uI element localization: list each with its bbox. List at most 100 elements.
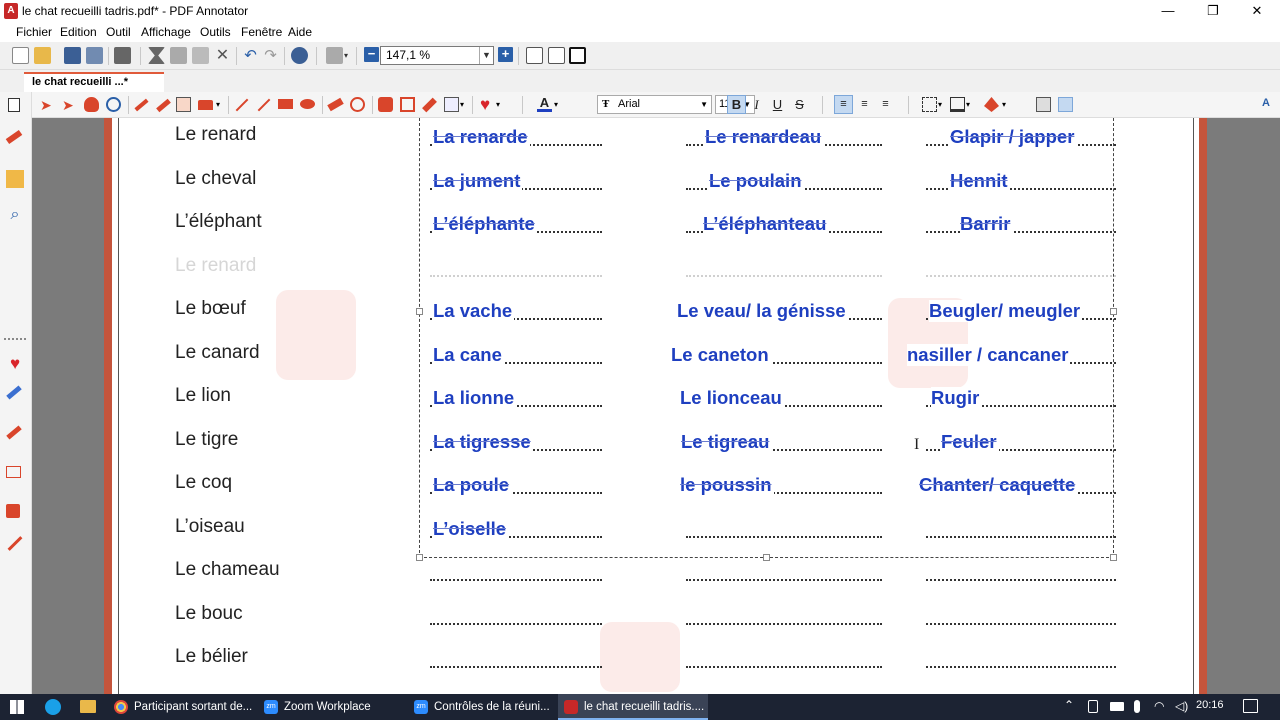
restore-button[interactable]: ❐	[1190, 0, 1236, 22]
open-folder-icon[interactable]	[34, 47, 51, 64]
find-binoculars-icon[interactable]	[291, 47, 308, 64]
line-width-icon[interactable]	[950, 97, 965, 112]
camera-icon[interactable]	[378, 97, 393, 112]
close-button[interactable]: ✕	[1234, 0, 1280, 22]
new-document-icon[interactable]	[12, 47, 29, 64]
menu-edition[interactable]: Edition	[60, 25, 97, 39]
text-direction-icon[interactable]: A	[1262, 97, 1277, 112]
rectangle-tool-icon[interactable]	[278, 99, 293, 109]
volume-icon[interactable]: ◁)	[1175, 699, 1188, 713]
text-color-icon[interactable]: A	[537, 96, 552, 112]
redo-icon[interactable]: ↷	[262, 47, 279, 64]
highlighter-blue-icon[interactable]	[6, 385, 22, 400]
pen-tool-icon[interactable]	[134, 98, 149, 112]
text-tool-icon[interactable]	[176, 97, 191, 112]
ruler-icon[interactable]	[422, 97, 437, 113]
battery-icon[interactable]	[1110, 702, 1124, 711]
save-all-icon[interactable]	[86, 47, 103, 64]
border-style-icon[interactable]	[922, 97, 937, 112]
notification-center-icon[interactable]	[1243, 699, 1258, 713]
text-select-icon[interactable]: ➤	[62, 97, 77, 113]
copy-icon[interactable]	[170, 47, 187, 64]
align-center-button[interactable]: ≡	[855, 95, 874, 114]
chevron-down-icon[interactable]: ▼	[479, 47, 493, 64]
favorite-heart-icon[interactable]: ♥	[6, 354, 24, 373]
menu-outils[interactable]: Outils	[200, 25, 231, 39]
chevron-down-icon[interactable]: ▾	[1002, 97, 1017, 112]
microphone-icon[interactable]	[1134, 700, 1140, 713]
print-icon[interactable]	[114, 47, 131, 64]
strikethrough-button[interactable]: S	[790, 95, 809, 114]
menu-fenetre[interactable]: Fenêtre	[241, 25, 282, 39]
resize-handle[interactable]	[1110, 554, 1117, 561]
align-right-button[interactable]: ≡	[876, 95, 895, 114]
edge-browser-icon[interactable]	[45, 699, 61, 715]
taskbar-item-zoom-controls[interactable]: zm Contrôles de la réuni...	[408, 694, 556, 720]
hand-pan-icon[interactable]	[84, 97, 99, 112]
line-tool-icon[interactable]	[235, 98, 249, 112]
marker-tool-icon[interactable]	[156, 98, 171, 113]
menu-outil[interactable]: Outil	[106, 25, 131, 39]
fit-page-icon[interactable]	[526, 47, 543, 64]
file-explorer-icon[interactable]	[80, 700, 96, 713]
taskbar-clock[interactable]: 20:16	[1196, 699, 1224, 711]
zoom-out-button[interactable]: −	[364, 47, 379, 62]
page-thumbnails-icon[interactable]	[8, 98, 20, 112]
ellipse-tool-icon[interactable]	[300, 99, 315, 109]
pen-icon[interactable]	[5, 129, 23, 145]
menu-affichage[interactable]: Affichage	[141, 25, 191, 39]
zoom-level-field[interactable]: 147,1 % ▼	[380, 46, 494, 65]
fill-color-icon[interactable]	[984, 97, 999, 112]
resize-handle[interactable]	[416, 554, 423, 561]
zoom-in-button[interactable]: +	[498, 47, 513, 62]
eraser-icon[interactable]	[327, 97, 344, 112]
pdf-annotator-app-icon[interactable]: A	[4, 3, 18, 19]
windows-start-icon[interactable]	[10, 700, 24, 714]
favorites-heart-icon[interactable]: ♥	[480, 96, 495, 113]
taskbar-item-chrome[interactable]: Participant sortant de...	[108, 694, 256, 720]
chevron-down-icon[interactable]: ▾	[966, 97, 981, 112]
resize-handle[interactable]	[1110, 308, 1117, 315]
chevron-down-icon[interactable]: ▾	[554, 97, 569, 112]
font-name-select[interactable]: Ŧ Arial ▼	[597, 95, 712, 114]
italic-button[interactable]: I	[747, 95, 766, 114]
show-annotations-icon[interactable]	[1058, 97, 1073, 112]
marker-red-icon[interactable]	[6, 425, 22, 440]
page-layout-icon[interactable]	[326, 47, 343, 64]
menu-fichier[interactable]: Fichier	[16, 25, 52, 39]
meet-now-icon[interactable]	[1088, 700, 1098, 713]
magnifier-icon[interactable]	[106, 97, 121, 112]
resize-handle[interactable]	[763, 554, 770, 561]
tab-document[interactable]: le chat recueilli ...*	[24, 72, 164, 92]
cut-icon[interactable]	[148, 47, 165, 64]
resize-handle[interactable]	[416, 308, 423, 315]
taskbar-item-pdf-annotator[interactable]: le chat recueilli tadris....	[558, 694, 708, 720]
undo-icon[interactable]: ↶	[242, 47, 259, 64]
network-wifi-icon[interactable]: ◠	[1154, 699, 1164, 713]
arrow-icon[interactable]	[7, 536, 23, 551]
delete-icon[interactable]: ✕	[214, 47, 231, 64]
paperclip-icon[interactable]: ⌕	[6, 206, 24, 224]
save-icon[interactable]	[64, 47, 81, 64]
show-hidden-icons-chevron-icon[interactable]: ⌃	[1064, 698, 1074, 712]
text-box-icon[interactable]	[6, 466, 21, 478]
align-left-button[interactable]: ≡	[834, 95, 853, 114]
annotation-selection-frame[interactable]	[419, 118, 1114, 558]
menu-aide[interactable]: Aide	[288, 25, 312, 39]
underline-button[interactable]: U	[768, 95, 787, 114]
lasso-icon[interactable]	[350, 97, 365, 112]
arrow-tool-icon[interactable]	[257, 98, 271, 112]
full-screen-icon[interactable]	[569, 47, 586, 64]
stamp-tool-icon[interactable]	[198, 100, 213, 110]
chevron-down-icon[interactable]: ▾	[496, 97, 511, 112]
select-pointer-icon[interactable]: ➤	[40, 97, 55, 113]
properties-icon[interactable]	[1036, 97, 1051, 112]
paste-icon[interactable]	[192, 47, 209, 64]
crop-icon[interactable]	[400, 97, 415, 112]
insert-image-icon[interactable]	[444, 97, 459, 112]
folder-icon[interactable]	[6, 170, 24, 188]
chevron-down-icon[interactable]: ▾	[344, 47, 361, 64]
taskbar-item-zoom-workplace[interactable]: zm Zoom Workplace	[258, 694, 406, 720]
minimize-button[interactable]: —	[1145, 0, 1191, 22]
stamp-icon[interactable]	[6, 504, 20, 518]
